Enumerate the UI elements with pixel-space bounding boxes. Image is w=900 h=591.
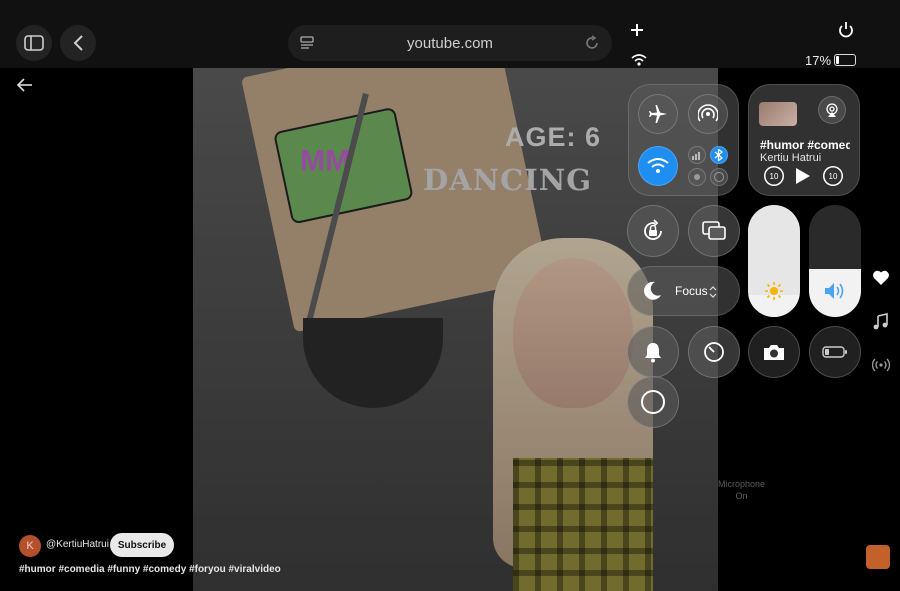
reload-icon[interactable] xyxy=(584,35,600,51)
rotation-lock-icon xyxy=(644,219,662,240)
moon-icon xyxy=(644,281,661,300)
bell-icon xyxy=(645,343,661,363)
wifi-icon xyxy=(647,158,669,173)
focus-label: Focus xyxy=(675,284,708,298)
cellular-icon xyxy=(692,152,700,160)
battery-icon xyxy=(834,54,856,66)
hotspot-icon xyxy=(694,174,700,180)
now-playing-artist: Kertiu Hatrui xyxy=(760,152,822,164)
tabs-icon xyxy=(300,36,314,49)
broadcast-icon[interactable] xyxy=(872,357,890,375)
address-bar[interactable]: youtube.com xyxy=(288,25,612,61)
battery-percent: 17% xyxy=(805,53,832,68)
chevron-left-icon xyxy=(73,35,83,51)
video-hashtags[interactable]: #humor #comedia #funny #comedy #foryou #… xyxy=(19,564,281,575)
album-art-thumbnail xyxy=(759,102,797,126)
low-power-mode-button[interactable] xyxy=(809,326,861,378)
skip-forward-button[interactable]: 10 xyxy=(823,166,843,186)
chevron-updown-icon xyxy=(709,286,717,298)
arrow-left-icon[interactable] xyxy=(16,77,34,93)
browser-toolbar: youtube.com xyxy=(0,0,900,68)
screen-record-icon xyxy=(641,390,665,414)
wifi-button[interactable] xyxy=(638,146,678,186)
airplay-icon xyxy=(826,103,838,117)
music-note-icon[interactable] xyxy=(872,313,890,331)
play-icon[interactable] xyxy=(795,167,811,185)
heart-icon[interactable] xyxy=(872,269,890,287)
timer-button[interactable] xyxy=(688,326,740,378)
skip-back-seconds: 10 xyxy=(769,171,779,181)
airdrop-button[interactable] xyxy=(688,94,728,134)
sun-icon xyxy=(765,282,783,300)
back-button[interactable] xyxy=(60,25,96,61)
screen-record-button[interactable] xyxy=(627,376,679,428)
vpn-button[interactable] xyxy=(710,168,728,186)
battery-level-fill xyxy=(836,56,840,64)
low-power-battery-icon xyxy=(822,346,847,358)
speaker-icon xyxy=(825,283,844,299)
sidebar-toggle-button[interactable] xyxy=(16,25,52,61)
connectivity-tile[interactable] xyxy=(628,84,739,196)
skip-back-button[interactable]: 10 xyxy=(764,166,784,186)
screen-mirroring-icon xyxy=(702,221,726,240)
skip-forward-seconds: 10 xyxy=(828,171,838,181)
plus-icon[interactable] xyxy=(630,23,644,37)
microphone-indicator: Microphone On xyxy=(718,478,765,502)
microphone-status: On xyxy=(735,491,748,501)
avatar-letter: K xyxy=(26,540,34,552)
channel-avatar[interactable]: K xyxy=(19,535,41,557)
wifi-icon xyxy=(631,54,647,66)
remix-thumbnail[interactable] xyxy=(866,545,890,569)
bluetooth-icon xyxy=(714,149,724,161)
screen-mirroring-button[interactable] xyxy=(688,205,740,257)
power-icon[interactable] xyxy=(838,21,854,38)
microphone-label: Microphone xyxy=(718,479,766,489)
subscribe-button[interactable]: Subscribe xyxy=(110,533,174,557)
airplane-mode-button[interactable] xyxy=(638,94,678,134)
hotspot-button[interactable] xyxy=(688,168,706,186)
camera-button[interactable] xyxy=(748,326,800,378)
vpn-icon xyxy=(714,172,724,182)
airdrop-icon xyxy=(698,104,718,122)
silent-mode-button[interactable] xyxy=(627,326,679,378)
sidebar-icon xyxy=(24,35,44,51)
airplay-button[interactable] xyxy=(818,96,846,124)
cellular-button[interactable] xyxy=(688,146,706,164)
url-text: youtube.com xyxy=(407,34,493,52)
now-playing-title: #humor #comedia xyxy=(760,138,850,152)
camera-icon xyxy=(764,345,784,360)
timer-icon xyxy=(704,342,724,362)
brightness-slider[interactable] xyxy=(748,205,800,317)
bluetooth-button[interactable] xyxy=(710,146,728,164)
volume-slider[interactable] xyxy=(809,205,861,317)
rotation-lock-button[interactable] xyxy=(627,205,679,257)
channel-handle[interactable]: @KertiuHatrui xyxy=(46,539,109,550)
airplane-icon xyxy=(649,105,667,123)
